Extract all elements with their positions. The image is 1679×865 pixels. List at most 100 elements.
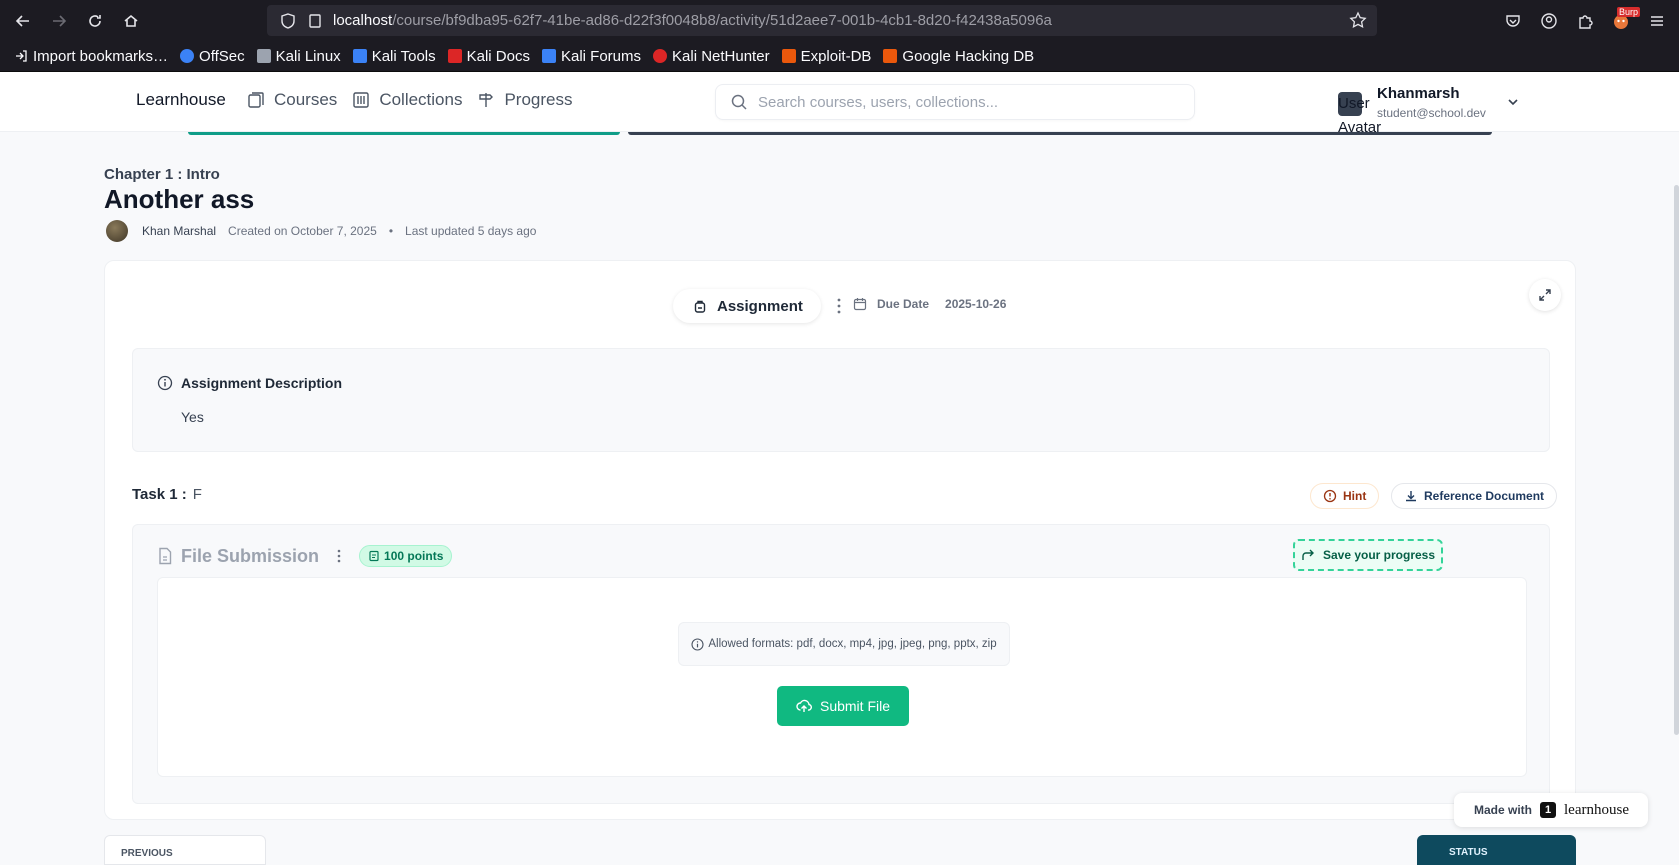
courses-icon	[248, 92, 264, 108]
search-box[interactable]	[715, 84, 1195, 120]
kali-docs-icon	[447, 49, 462, 63]
file-submission-block: File Submission 100 points Save your pro…	[132, 524, 1550, 804]
submission-heading: File Submission 100 points	[157, 545, 453, 567]
exploit-db-icon	[781, 49, 796, 63]
assignment-description: Assignment Description Yes	[132, 348, 1550, 452]
author-name[interactable]: Khan Marshal	[142, 224, 216, 238]
browser-extension-area: Burp	[1495, 0, 1679, 41]
chevron-down-icon[interactable]	[1505, 94, 1521, 110]
learnhouse-wordmark: learnhouse	[1564, 801, 1629, 818]
expand-icon	[1539, 289, 1551, 301]
forward-arrow-icon[interactable]	[41, 3, 77, 39]
description-heading: Assignment Description	[157, 375, 342, 391]
bookmark-google-hacking-db[interactable]: Google Hacking DB	[883, 48, 1034, 65]
submission-title: File Submission	[181, 545, 320, 566]
bookmark-kali-forums[interactable]: Kali Forums	[541, 48, 641, 65]
kali-dragon-icon	[256, 49, 271, 63]
more-vertical-icon[interactable]	[831, 297, 847, 315]
meta-separator: •	[388, 224, 394, 238]
nav-progress[interactable]: Progress	[476, 90, 573, 110]
bookmarks-bar: Import bookmarks… OffSec Kali Linux Kali…	[0, 41, 1679, 72]
file-dropzone[interactable]: Allowed formats: pdf, docx, mp4, jpg, jp…	[157, 577, 1527, 777]
reference-document-button[interactable]: Reference Document	[1391, 483, 1558, 509]
app-header: Learnhouse Courses Collections Progress …	[0, 72, 1679, 136]
kali-forums-icon	[541, 49, 556, 63]
activity-type-pill: Assignment	[673, 289, 821, 323]
bookmark-kali-linux[interactable]: Kali Linux	[256, 48, 341, 65]
created-date: Created on October 7, 2025	[228, 224, 377, 238]
status-card[interactable]: STATUS	[1417, 835, 1576, 865]
hint-button[interactable]: Hint	[1310, 483, 1380, 509]
back-arrow-icon[interactable]	[5, 3, 41, 39]
import-icon	[16, 50, 27, 62]
user-name: Khanmarsh	[1377, 85, 1460, 102]
nav-collections[interactable]: Collections	[351, 90, 462, 110]
task-title-value: F	[192, 486, 202, 503]
more-vertical-icon[interactable]	[333, 548, 345, 564]
cloud-upload-icon	[796, 699, 812, 712]
bookmark-import[interactable]: Import bookmarks…	[14, 48, 168, 65]
home-icon[interactable]	[113, 3, 149, 39]
made-with-badge[interactable]: Made with 1 learnhouse	[1454, 793, 1648, 827]
due-date-value: 2025-10-26	[945, 297, 1007, 311]
user-email: student@school.dev	[1377, 106, 1486, 120]
user-menu[interactable]: User Avatar Khanmarsh student@school.dev	[1338, 80, 1538, 136]
url-bar[interactable]: localhost/course/bf9dba95-62f7-41be-ad86…	[267, 5, 1377, 36]
search-icon	[731, 94, 747, 110]
shield-icon[interactable]	[279, 12, 297, 30]
brand-logo[interactable]: Learnhouse	[136, 90, 226, 110]
alert-circle-icon	[1323, 489, 1337, 503]
top-nav: Courses Collections Progress	[246, 90, 573, 110]
description-body: Yes	[181, 409, 204, 425]
task-title: Task 1 :F	[132, 486, 202, 503]
url-host: localhost	[333, 12, 393, 29]
assignment-card: Assignment Due Date 2025-10-26 Assignmen…	[104, 260, 1576, 820]
bookmark-star-icon[interactable]	[1349, 11, 1367, 29]
bookmark-exploit-db[interactable]: Exploit-DB	[781, 48, 871, 65]
activity-type-label: Assignment	[717, 297, 803, 315]
updated-date: Last updated 5 days ago	[405, 224, 537, 238]
extensions-puzzle-icon[interactable]	[1567, 3, 1603, 39]
forward-arrow-icon	[1302, 549, 1314, 560]
ghdb-icon	[883, 49, 898, 63]
previous-activity-card[interactable]: PREVIOUS	[104, 835, 266, 865]
page-title: Another ass	[104, 184, 255, 214]
pocket-icon[interactable]	[1495, 3, 1531, 39]
learnhouse-logo-icon: 1	[1540, 802, 1557, 818]
submit-file-button[interactable]: Submit File	[777, 686, 909, 726]
nav-courses[interactable]: Courses	[246, 90, 337, 110]
reload-icon[interactable]	[77, 3, 113, 39]
save-progress-button[interactable]: Save your progress	[1293, 539, 1443, 571]
menu-hamburger-icon[interactable]	[1639, 3, 1675, 39]
download-icon	[1406, 491, 1416, 502]
bookmark-offsec[interactable]: OffSec	[180, 48, 245, 65]
account-icon[interactable]	[1531, 3, 1567, 39]
progress-icon	[479, 93, 494, 107]
info-icon	[157, 375, 173, 391]
bookmark-kali-tools[interactable]: Kali Tools	[352, 48, 436, 65]
browser-toolbar: localhost/course/bf9dba95-62f7-41be-ad86…	[0, 0, 1679, 41]
points-badge: 100 points	[359, 545, 453, 567]
url-path: /course/bf9dba95-62f7-41be-ad86-d22f3f00…	[392, 12, 1052, 29]
burp-extension-icon[interactable]: Burp	[1603, 3, 1641, 39]
bookmark-kali-nethunter[interactable]: Kali NetHunter	[653, 48, 770, 65]
page-scrollbar[interactable]	[1674, 185, 1679, 735]
bookmark-kali-docs[interactable]: Kali Docs	[447, 48, 530, 65]
due-date-label: Due Date	[877, 297, 930, 311]
file-icon	[159, 547, 172, 565]
calendar-icon	[853, 298, 867, 311]
expand-button[interactable]	[1529, 279, 1561, 311]
allowed-formats-note: Allowed formats: pdf, docx, mp4, jpg, jp…	[678, 622, 1010, 666]
kali-tools-icon	[352, 49, 367, 63]
backpack-icon	[694, 300, 706, 313]
author-avatar	[106, 220, 128, 242]
collections-icon	[353, 92, 370, 108]
due-date: Due Date 2025-10-26	[853, 297, 1006, 311]
burp-badge: Burp	[1617, 6, 1641, 17]
activity-meta: Khan Marshal Created on October 7, 2025 …	[106, 220, 536, 242]
nethunter-icon	[653, 49, 668, 63]
points-icon	[369, 550, 379, 562]
page-icon[interactable]	[307, 13, 323, 29]
offsec-icon	[180, 49, 195, 63]
search-input[interactable]	[758, 93, 1158, 111]
